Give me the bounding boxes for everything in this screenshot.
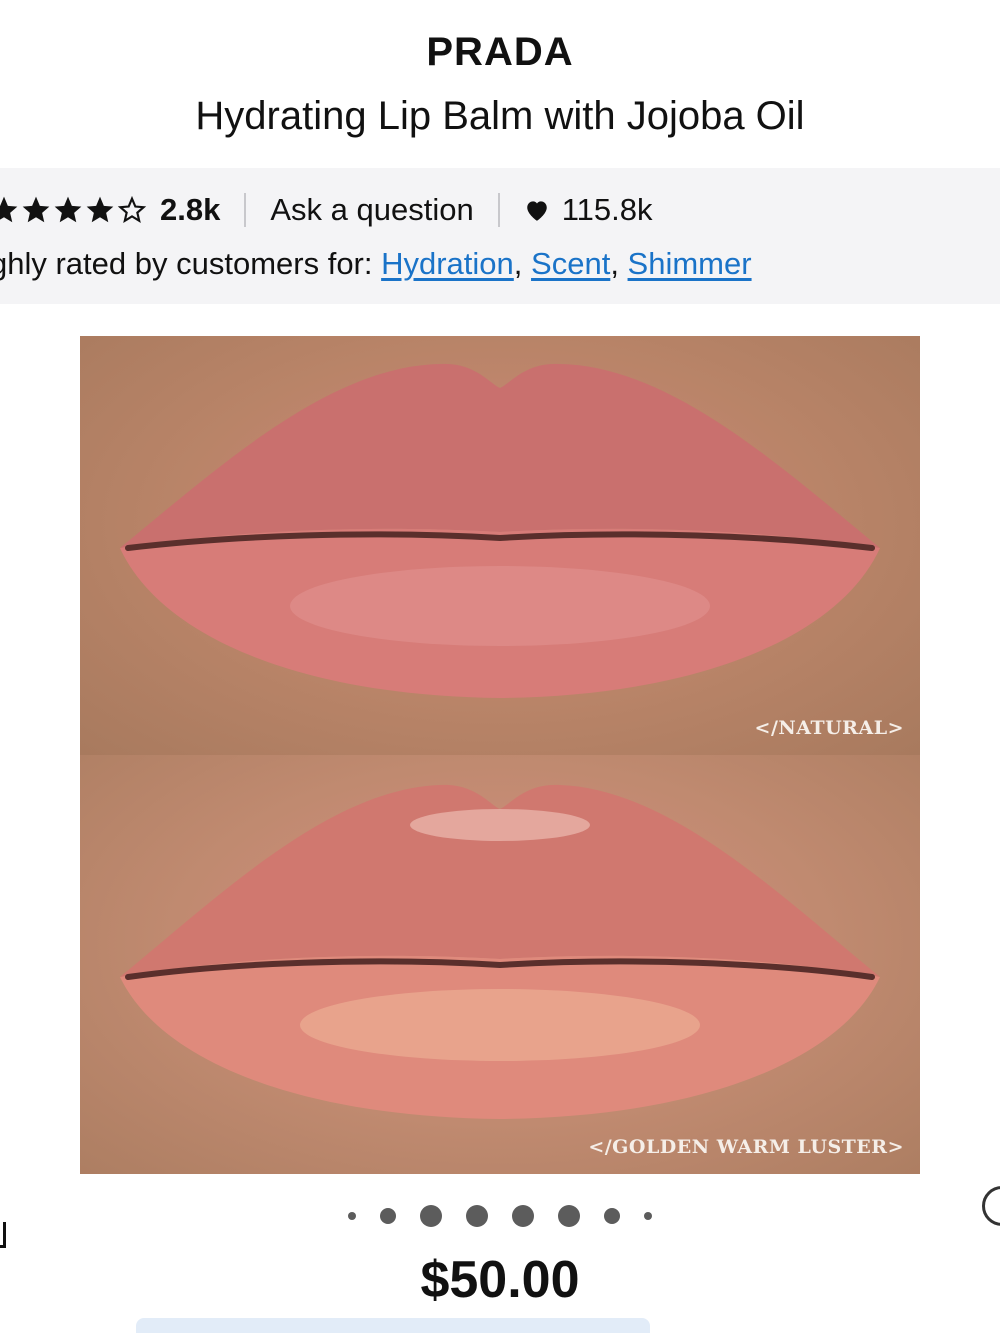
- star-icon: [0, 196, 18, 223]
- promo-banner-partial[interactable]: [136, 1318, 650, 1333]
- partial-icon[interactable]: [0, 1222, 6, 1248]
- brand-name[interactable]: PRADA: [0, 30, 1000, 75]
- pagination-dot[interactable]: [420, 1205, 442, 1227]
- pagination-dot[interactable]: [558, 1205, 580, 1227]
- highly-rated-label: ghly rated by customers for:: [0, 246, 382, 281]
- pagination-dot-active[interactable]: [466, 1205, 488, 1227]
- divider: [497, 193, 500, 227]
- shade-swatch-image: </GOLDEN WARM LUSTER>: [80, 755, 920, 1174]
- carousel-pagination[interactable]: [0, 1203, 1000, 1229]
- highlight-link-scent[interactable]: Scent: [531, 246, 610, 281]
- star-icon: [86, 196, 114, 223]
- shade-label: </GOLDEN WARM LUSTER>: [588, 1136, 904, 1158]
- product-title: Hydrating Lip Balm with Jojoba Oil: [195, 94, 805, 138]
- highlight-link-hydration[interactable]: Hydration: [381, 246, 514, 281]
- highly-rated-row: ghly rated by customers for: Hydration, …: [0, 246, 752, 286]
- lips-illustration: [120, 784, 880, 1119]
- loves-count: 115.8k: [561, 192, 653, 227]
- star-outline-icon: [117, 195, 147, 224]
- ratings-panel: 2.8k Ask a question 115.8k ghly rated by…: [0, 168, 1000, 304]
- star-icon: [54, 196, 82, 223]
- star-icon: [22, 196, 50, 223]
- ask-question-link[interactable]: Ask a question: [270, 192, 473, 228]
- heart-icon[interactable]: [524, 198, 550, 222]
- star-rating[interactable]: 2.8k: [0, 192, 220, 228]
- highlight-link-shimmer[interactable]: Shimmer: [628, 246, 752, 281]
- shade-swatch-image: </NATURAL>: [80, 336, 920, 755]
- pagination-dot[interactable]: [380, 1208, 396, 1224]
- shade-label: </NATURAL>: [754, 717, 904, 739]
- pagination-dot[interactable]: [348, 1212, 356, 1220]
- ratings-row: 2.8k Ask a question 115.8k: [0, 190, 652, 230]
- review-count[interactable]: 2.8k: [160, 192, 220, 228]
- divider: [244, 193, 247, 227]
- product-image-carousel[interactable]: </NATURAL> </GOLDEN WARM LUSTER>: [80, 336, 920, 1174]
- pagination-dot[interactable]: [512, 1205, 534, 1227]
- pagination-dot[interactable]: [604, 1208, 620, 1224]
- lips-illustration: [120, 363, 880, 698]
- pagination-dot[interactable]: [644, 1212, 652, 1220]
- product-price: $50.00: [420, 1251, 580, 1309]
